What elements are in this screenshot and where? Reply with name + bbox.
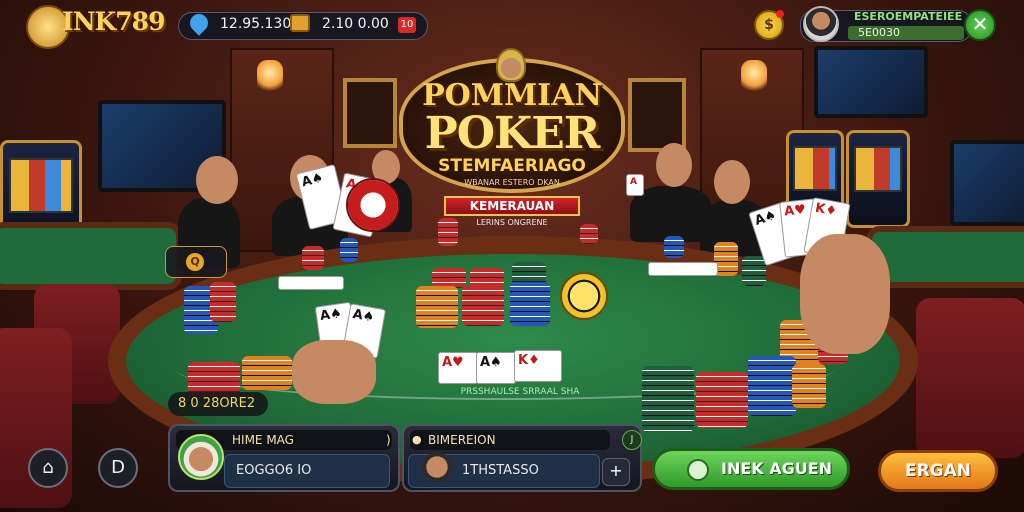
playing-card (278, 276, 344, 290)
chest-balance: 2.10 0.00 (322, 16, 389, 32)
avatar (178, 434, 224, 480)
player-2-value: 1THSTASSO (462, 463, 539, 478)
slot-machine (846, 130, 910, 228)
chip-stack (438, 218, 458, 246)
player-2-badge-icon: ● (412, 433, 422, 446)
d-button[interactable]: D (98, 448, 138, 488)
chip-stack (416, 286, 458, 328)
chip-stack (188, 362, 240, 396)
playing-card: K♦ (514, 350, 562, 382)
player-2-indicator[interactable]: J (622, 430, 642, 450)
seat-tag-icon: Q (186, 253, 204, 271)
chip-stack (792, 364, 826, 408)
chip-stack (510, 282, 550, 326)
notification-dot (776, 10, 784, 18)
treasure-chest-icon (290, 14, 310, 32)
begin-button[interactable]: ERGAN (878, 450, 998, 492)
chip-icon (687, 459, 709, 481)
profile-name: ESEROEMPATEIEE (854, 10, 963, 23)
player-hand (800, 234, 890, 354)
logo-text: INK789 (62, 7, 165, 36)
player-head (196, 156, 238, 204)
title-line-3: STEMFAERIAGO (438, 156, 586, 176)
title-line-2: POKER (424, 108, 601, 159)
chip-stack (210, 282, 236, 322)
chip-stack (748, 356, 796, 416)
wall-painting (628, 78, 686, 152)
poker-chip-icon (346, 178, 400, 232)
join-button[interactable]: INEK AGUEN (652, 448, 850, 490)
join-button-label: INEK AGUEN (721, 459, 833, 478)
wall-tv (950, 140, 1024, 226)
gem-balance: 12.95.130 (220, 16, 292, 32)
player-head (656, 143, 692, 187)
chip-stack (642, 366, 694, 432)
player-hand (292, 340, 376, 404)
dealer-avatar-icon (496, 48, 526, 82)
chip-stack (432, 268, 466, 288)
plus-icon: + (609, 461, 623, 480)
d-icon: D (111, 457, 125, 478)
chip-stack (696, 372, 748, 428)
title-line-4: WBANAR ESTERO DKAN (464, 178, 560, 187)
dice-icon[interactable]: 10 (398, 17, 416, 33)
player-head (714, 160, 750, 204)
player-panel-1[interactable]: HIME MAG ) EOGGO6 IO (168, 424, 400, 492)
wall-lamp (741, 60, 767, 92)
home-button[interactable]: ⌂ (28, 448, 68, 488)
close-button[interactable]: ✕ (964, 9, 996, 41)
playing-card: A (626, 174, 644, 196)
avatar[interactable] (803, 6, 839, 42)
chip-stack (462, 286, 504, 326)
playing-card: A♥ (438, 352, 478, 384)
playing-card (648, 262, 718, 276)
chip-stack (242, 356, 292, 390)
chip-stack (742, 256, 766, 286)
home-icon: ⌂ (42, 457, 54, 478)
side-poker-table (0, 222, 182, 290)
playing-card: A♠ (476, 352, 516, 384)
top-bar: INK789 12.95.130 2.10 0.00 10 $ ESEROEMP… (0, 0, 1024, 49)
player-1-indicator: ) (386, 433, 391, 447)
chip-stack (302, 246, 324, 270)
wall-painting (343, 78, 397, 148)
ribbon-subtext: LERINS ONGRENE (476, 218, 548, 227)
big-chip-icon (560, 272, 608, 320)
profile-info: ESEROEMPATEIEE 5E0030 (844, 8, 964, 42)
chip-stack (664, 236, 684, 258)
avatar (422, 452, 452, 482)
player-panel-2[interactable]: ● BIMEREION J 1THSTASSO + (402, 424, 642, 492)
plus-button[interactable]: + (602, 458, 630, 486)
chip-stack (340, 238, 358, 262)
chip-stack (470, 268, 504, 288)
wall-lamp (257, 60, 283, 92)
seat-tag[interactable]: Q (165, 246, 227, 278)
brand-logo[interactable]: INK789 (26, 3, 165, 49)
player-1-value: EOGGO6 IO (236, 463, 312, 478)
chair (916, 298, 1024, 458)
close-icon: ✕ (971, 12, 989, 36)
profile-balance: 5E0030 (858, 26, 900, 39)
player-1-name: HIME MAG (232, 433, 294, 447)
table-felt-text: PRSSHAULSE SRRAAL SHA (460, 387, 580, 397)
chip-stack (580, 224, 598, 244)
player-2-name: BIMEREION (428, 433, 496, 447)
pot-label: 8 0 28ORE2 (168, 392, 268, 416)
wall-tv (814, 46, 928, 118)
title-ribbon: KEMERAUAN (444, 196, 580, 216)
